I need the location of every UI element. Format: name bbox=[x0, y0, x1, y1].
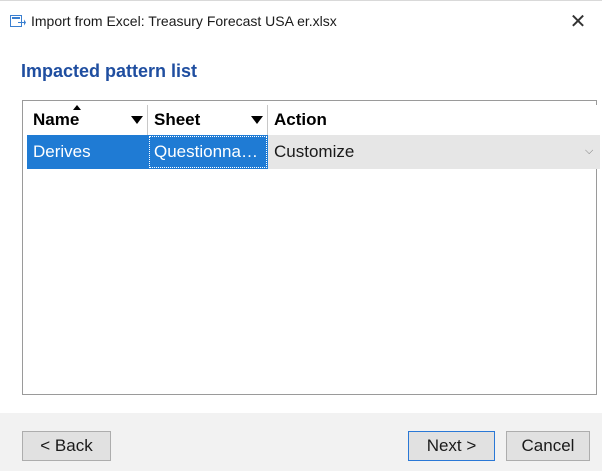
close-icon: ✕ bbox=[569, 10, 587, 33]
back-button[interactable]: < Back bbox=[22, 431, 111, 461]
column-header-name[interactable]: Name bbox=[27, 105, 148, 135]
column-header-label: Name bbox=[33, 110, 80, 129]
column-header-action[interactable]: Action bbox=[268, 105, 600, 135]
action-combo[interactable]: Customize ⌵ bbox=[268, 135, 600, 169]
close-button[interactable]: ✕ bbox=[564, 7, 592, 35]
next-button[interactable]: Next > bbox=[408, 431, 495, 461]
cell-name[interactable]: Derives bbox=[27, 135, 148, 169]
grid-content: Name Sheet Action Derives Questionna… Cu… bbox=[27, 105, 600, 171]
sort-ascending-icon bbox=[73, 105, 81, 110]
cell-value: Customize bbox=[274, 142, 355, 161]
dialog-footer: < Back Next > Cancel bbox=[0, 413, 602, 471]
cell-sheet[interactable]: Questionna… bbox=[148, 135, 268, 169]
chevron-down-icon[interactable]: ⌵ bbox=[585, 146, 593, 157]
pattern-grid[interactable]: Name Sheet Action Derives Questionna… Cu… bbox=[22, 100, 600, 395]
cell-value: Questionna… bbox=[154, 142, 258, 161]
column-header-label: Action bbox=[274, 110, 327, 129]
cell-value: Derives bbox=[33, 142, 91, 161]
grid-header-row: Name Sheet Action bbox=[27, 105, 600, 135]
import-excel-icon bbox=[10, 15, 26, 29]
column-header-sheet[interactable]: Sheet bbox=[148, 105, 268, 135]
table-row[interactable]: Derives Questionna… Customize ⌵ bbox=[27, 135, 600, 169]
column-header-label: Sheet bbox=[154, 110, 201, 129]
dropdown-arrow-icon[interactable] bbox=[131, 116, 143, 124]
cancel-button[interactable]: Cancel bbox=[506, 431, 590, 461]
import-dialog: Import from Excel: Treasury Forecast USA… bbox=[0, 0, 602, 471]
title-bar: Import from Excel: Treasury Forecast USA… bbox=[0, 1, 602, 41]
page-heading: Impacted pattern list bbox=[21, 61, 198, 81]
window-title: Import from Excel: Treasury Forecast USA… bbox=[31, 13, 337, 29]
dropdown-arrow-icon[interactable] bbox=[251, 116, 263, 124]
